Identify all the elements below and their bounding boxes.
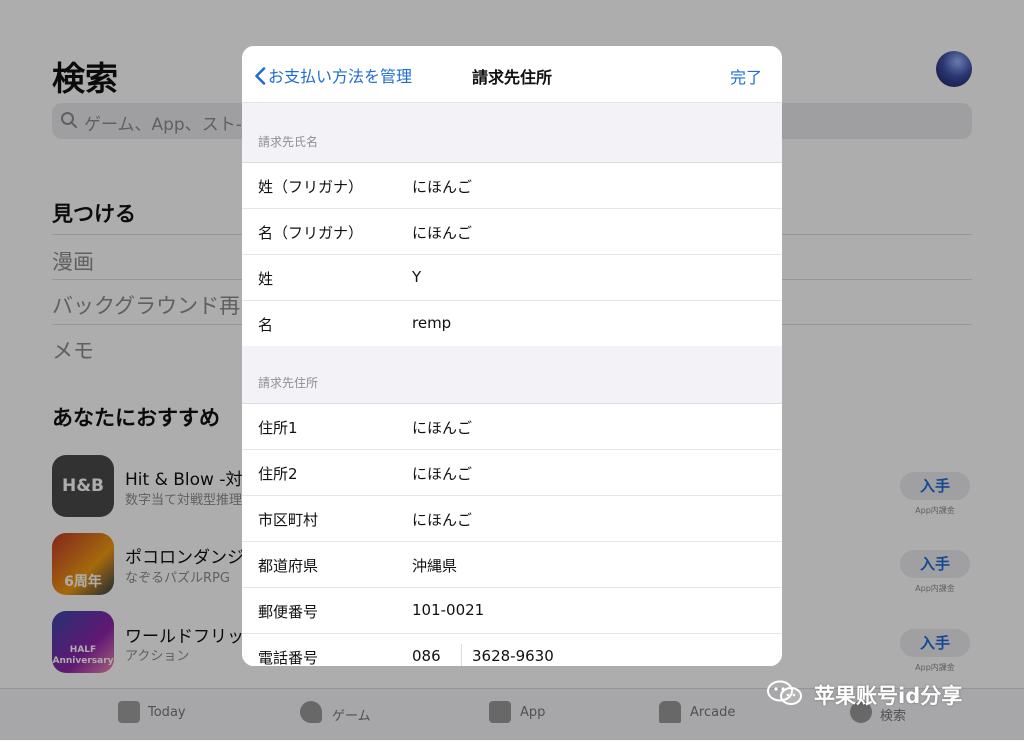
billing-address-sheet: お支払い方法を管理 請求先住所 完了 請求先氏名 姓（フリガナ） にほんご 名（… [242, 46, 782, 666]
form-content: 請求先氏名 姓（フリガナ） にほんご 名（フリガナ） にほんご 姓 Y 名 re… [242, 103, 782, 666]
field-label: 姓 [258, 270, 274, 288]
field-label: 郵便番号 [258, 603, 319, 621]
field-value[interactable]: 沖縄県 [412, 555, 457, 576]
form-row[interactable]: 姓（フリガナ） にほんご [242, 163, 782, 209]
phone-divider [461, 644, 462, 666]
field-value[interactable]: にほんご [412, 509, 472, 530]
phone-number-field[interactable]: 3628-9630 [472, 647, 554, 665]
field-value[interactable]: Y [412, 268, 421, 286]
form-row[interactable]: 都道府県 沖縄県 [242, 542, 782, 588]
field-value[interactable]: にほんご [412, 222, 472, 243]
section-header-name: 請求先氏名 [258, 135, 319, 149]
form-row[interactable]: 市区町村 にほんご [242, 496, 782, 542]
name-group: 姓（フリガナ） にほんご 名（フリガナ） にほんご 姓 Y 名 remp [242, 162, 782, 346]
field-label: 市区町村 [258, 511, 319, 529]
phone-row[interactable]: 電話番号 086 3628-9630 [242, 634, 782, 666]
field-value[interactable]: にほんご [412, 176, 472, 197]
field-label: 姓（フリガナ） [258, 178, 364, 196]
field-label: 住所1 [258, 419, 298, 437]
form-row[interactable]: 住所1 にほんご [242, 404, 782, 450]
form-row[interactable]: 名 remp [242, 301, 782, 346]
field-value[interactable]: にほんご [412, 463, 472, 484]
form-row[interactable]: 姓 Y [242, 255, 782, 301]
field-value[interactable]: remp [412, 314, 451, 332]
form-row[interactable]: 郵便番号 101-0021 [242, 588, 782, 634]
sheet-title: 請求先住所 [471, 68, 552, 87]
field-label: 名 [258, 316, 274, 334]
field-label: 電話番号 [258, 649, 319, 666]
watermark-text: 苹果账号id分享 [814, 684, 963, 708]
done-button[interactable]: 完了 [730, 64, 762, 88]
phone-area-code-field[interactable]: 086 [412, 647, 441, 665]
wechat-icon [767, 680, 802, 705]
navigation-bar: お支払い方法を管理 請求先住所 完了 [242, 46, 782, 103]
form-row[interactable]: 名（フリガナ） にほんご [242, 209, 782, 255]
form-row[interactable]: 住所2 にほんご [242, 450, 782, 496]
address-group: 住所1 にほんご 住所2 にほんご 市区町村 にほんご 都道府県 沖縄県 郵便番… [242, 403, 782, 666]
field-label: 名（フリガナ） [258, 224, 364, 242]
field-value[interactable]: にほんご [412, 417, 472, 438]
field-value[interactable]: 101-0021 [412, 601, 484, 619]
section-header-address: 請求先住所 [258, 376, 319, 390]
field-label: 都道府県 [258, 557, 319, 575]
field-label: 住所2 [258, 465, 298, 483]
